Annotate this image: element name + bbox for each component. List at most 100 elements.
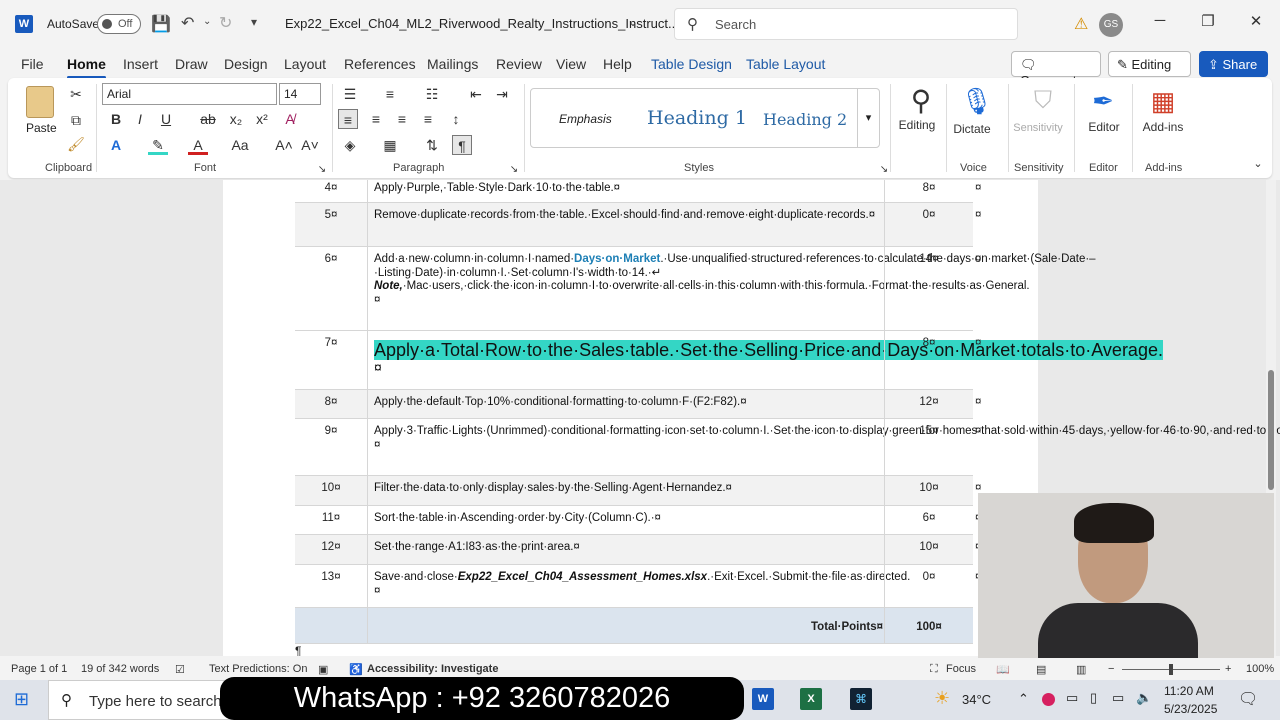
tab-file[interactable]: File [21,56,44,72]
record-icon[interactable] [1042,693,1055,706]
comments-button[interactable]: 🗨 Comments [1011,51,1101,88]
table-row[interactable]: 8¤ Apply·the·default·Top·10%·conditional… [295,390,981,419]
editor-button[interactable]: Editor [1074,120,1134,134]
paragraph-dialog-launcher-icon[interactable]: ↘ [504,160,524,180]
tab-home[interactable]: Home [67,56,106,79]
tab-table-design[interactable]: Table Design [651,56,732,72]
clock-date[interactable]: 5/23/2025 [1164,702,1217,716]
decrease-indent-icon[interactable]: ⇤ [466,84,486,104]
shading-icon[interactable]: ◈ [340,135,360,155]
notifications-icon[interactable]: 🗨 [1238,689,1258,709]
tab-table-layout[interactable]: Table Layout [746,56,825,72]
tray-chevron-icon[interactable]: ⌃ [1018,691,1029,707]
table-row[interactable]: 6¤ Add·a·new·column·in·column·I·named·Da… [295,247,1096,331]
temperature[interactable]: 34°C [962,692,991,707]
copy-icon[interactable]: ⧉ [66,110,86,130]
tab-mailings[interactable]: Mailings [427,56,478,72]
styles-dialog-launcher-icon[interactable]: ↘ [874,160,894,180]
table-row[interactable]: 10¤ Filter·the·data·to·only·display·sale… [295,476,981,506]
bold-icon[interactable]: B [106,109,126,129]
step-text-highlighted[interactable]: Apply·a·Total·Row·to·the·Sales·table.·Se… [374,339,1163,377]
volume-icon[interactable]: 🔈 [1136,690,1152,706]
share-button[interactable]: ⇪ Share [1199,51,1268,77]
close-button[interactable]: ✕ [1241,12,1271,36]
warning-icon[interactable]: ⚠ [1074,14,1088,34]
font-color-icon[interactable]: A [188,135,208,155]
editing-button[interactable]: Editing [887,118,947,132]
zoom-out-icon[interactable]: − [1108,663,1114,675]
text-predictions[interactable]: Text Predictions: On [209,663,307,675]
accessibility-status[interactable]: Accessibility: Investigate [367,663,498,675]
display-icon[interactable]: ▯ [1090,690,1097,706]
format-painter-icon[interactable]: 🖌 [66,134,86,154]
zoom-in-icon[interactable]: + [1225,663,1231,675]
avatar[interactable]: GS [1099,13,1123,37]
align-right-icon[interactable]: ≡ [392,109,412,129]
grow-font-icon[interactable]: A˄ [274,135,294,155]
tab-help[interactable]: Help [603,56,632,72]
clear-formatting-icon[interactable]: A̸ [280,109,300,129]
clock-time[interactable]: 11:20 AM [1164,684,1214,698]
focus-button[interactable]: Focus [946,663,976,675]
document-title[interactable]: Exp22_Excel_Ch04_ML2_Riverwood_Realty_In… [285,16,679,31]
tab-design[interactable]: Design [224,56,268,72]
microphone-icon[interactable]: 🎙 [960,84,993,118]
font-size-select[interactable]: 14 [279,83,321,105]
underline-icon[interactable]: U [156,109,176,129]
style-emphasis[interactable]: Emphasis [559,112,612,126]
tab-review[interactable]: Review [496,56,542,72]
style-heading-1[interactable]: Heading 1 [647,107,747,129]
subscript-icon[interactable]: x₂ [226,109,246,129]
read-mode-icon[interactable]: 📖 [996,663,1010,676]
undo-icon[interactable]: ↶ [181,13,194,33]
total-row[interactable]: Total·Points¤ 100¤ [295,608,973,644]
font-name-select[interactable]: Arial [102,83,277,105]
app-taskbar-icon[interactable]: ⌘ [850,688,872,710]
search-input[interactable]: ⚲ Search [674,8,1018,40]
dictate-button[interactable]: Dictate [942,122,1002,136]
strikethrough-icon[interactable]: ab [198,109,218,129]
font-dialog-launcher-icon[interactable]: ↘ [312,160,332,180]
align-left-icon[interactable]: ≡ [338,109,358,129]
excel-taskbar-icon[interactable]: X [800,688,822,710]
italic-icon[interactable]: I [130,109,150,129]
change-case-icon[interactable]: Aa [230,135,250,155]
table-row[interactable]: 4¤ Apply·Purple,·Table·Style·Dark·10·to·… [295,180,981,203]
table-row[interactable]: 13¤ Save·and·close·Exp22_Excel_Ch04_Asse… [295,565,981,608]
text-effects-icon[interactable]: A [106,135,126,155]
chevron-down-icon[interactable]: ⌄ [628,15,638,29]
minimize-button[interactable]: ─ [1145,12,1175,36]
tab-references[interactable]: References [344,56,416,72]
table-row[interactable]: 11¤ Sort·the·table·in·Ascending·order·by… [295,506,981,535]
save-icon[interactable]: 💾 [151,14,171,34]
collapse-ribbon-icon[interactable]: ⌄ [1248,154,1268,174]
macro-icon[interactable]: ▣ [318,663,328,676]
numbering-icon[interactable]: ≡ [380,84,400,104]
paste-icon[interactable] [26,86,54,118]
proofing-icon[interactable]: ☑ [175,663,185,676]
autosave-toggle[interactable]: Off [97,14,141,34]
tab-view[interactable]: View [556,56,586,72]
highlight-color-icon[interactable]: ✎ [148,135,168,155]
table-row[interactable]: 12¤ Set·the·range·A1:I83·as·the·print·ar… [295,535,981,565]
undo-dropdown-icon[interactable]: ⌄ [203,16,211,27]
print-layout-icon[interactable]: ▤ [1036,663,1046,676]
tab-insert[interactable]: Insert [123,56,158,72]
borders-icon[interactable]: ▦ [380,135,400,155]
table-row[interactable]: 5¤ Remove·duplicate·records·from·the·tab… [295,203,981,247]
editing-mode-button[interactable]: ✎ Editing [1108,51,1191,77]
tab-layout[interactable]: Layout [284,56,326,72]
style-heading-2[interactable]: Heading 2 [763,110,847,129]
cut-icon[interactable]: ✂ [66,84,86,104]
network-icon[interactable]: ▭ [1066,690,1078,706]
addins-icon[interactable]: ▦ [1148,84,1178,118]
weather-icon[interactable]: ☀ [934,688,950,709]
web-layout-icon[interactable]: ▥ [1076,663,1086,676]
find-icon[interactable]: ⚲ [904,84,938,118]
align-center-icon[interactable]: ≡ [366,109,386,129]
document-page[interactable]: 4¤ Apply·Purple,·Table·Style·Dark·10·to·… [223,180,1280,656]
taskbar-search[interactable]: ⚲ Type here to search [48,680,238,720]
word-count[interactable]: 19 of 342 words [81,663,159,675]
paste-button[interactable]: Paste [26,121,57,135]
customize-toolbar-icon[interactable]: ▾ [251,15,257,29]
